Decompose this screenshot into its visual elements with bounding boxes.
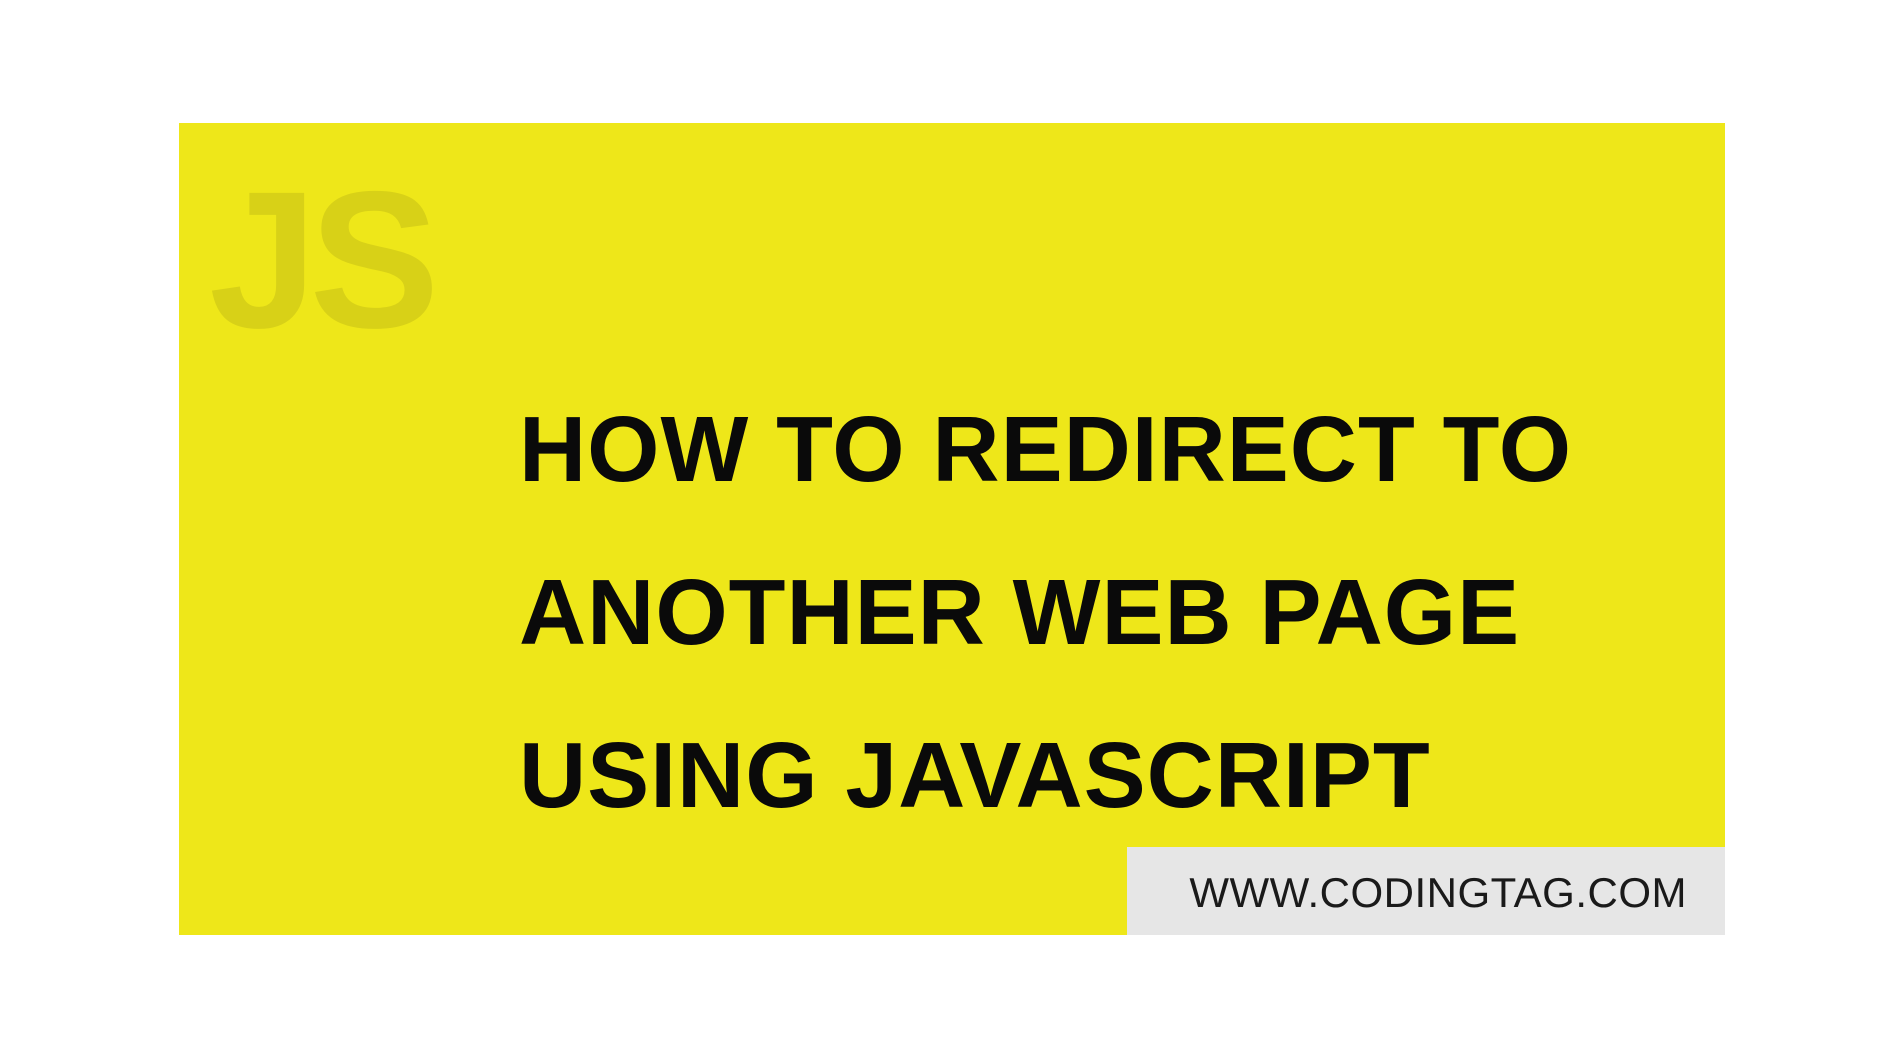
headline-line-2: ANOTHER WEB PAGE [519, 531, 1572, 694]
js-watermark: JS [209, 163, 432, 358]
banner-container: JS HOW TO REDIRECT TO ANOTHER WEB PAGE U… [179, 123, 1725, 935]
headline-line-3: USING JAVASCRIPT [519, 694, 1572, 857]
headline-line-1: HOW TO REDIRECT TO [519, 368, 1572, 531]
headline: HOW TO REDIRECT TO ANOTHER WEB PAGE USIN… [519, 368, 1572, 856]
url-box: WWW.CODINGTAG.COM [1127, 847, 1725, 935]
url-text: WWW.CODINGTAG.COM [1189, 869, 1687, 916]
